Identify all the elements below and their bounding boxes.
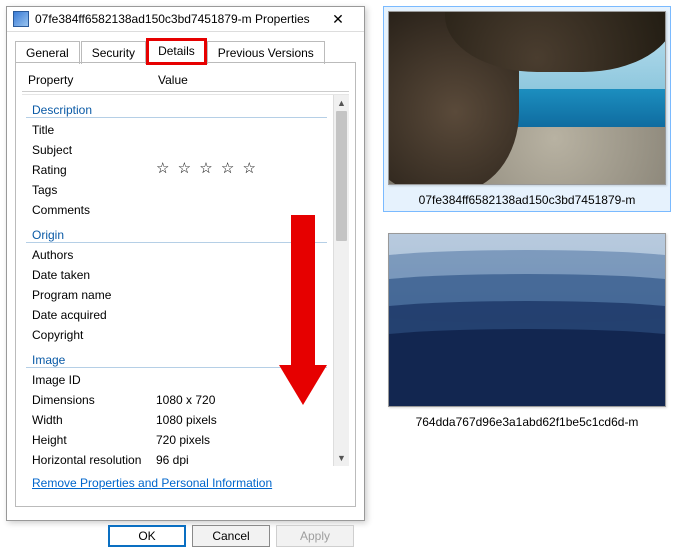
thumbnail-selected[interactable]: 07fe384ff6582138ad150c3bd7451879-m [383, 6, 671, 212]
row-copyright[interactable]: Copyright [22, 325, 331, 345]
dialog-buttons: OK Cancel Apply [7, 515, 364, 559]
row-date-acquired[interactable]: Date acquired [22, 305, 331, 325]
apply-button: Apply [276, 525, 354, 547]
row-image-id[interactable]: Image ID [22, 370, 331, 390]
close-button[interactable]: ✕ [318, 7, 358, 31]
thumbnail-pane: 07fe384ff6582138ad150c3bd7451879-m 764dd… [377, 6, 677, 521]
cancel-button[interactable]: Cancel [192, 525, 270, 547]
tabs: General Security Details Previous Versio… [7, 32, 364, 62]
scroll-up-icon[interactable]: ▲ [334, 95, 349, 111]
tab-security[interactable]: Security [81, 41, 146, 64]
remove-properties-row: Remove Properties and Personal Informati… [22, 466, 349, 500]
section-description: Description [26, 99, 327, 118]
tab-general[interactable]: General [15, 41, 80, 64]
ok-button[interactable]: OK [108, 525, 186, 547]
file-icon [13, 11, 29, 27]
scroll-thumb[interactable] [336, 111, 347, 241]
row-tags[interactable]: Tags [22, 180, 331, 200]
thumbnail-image [388, 11, 666, 185]
row-authors[interactable]: Authors [22, 245, 331, 265]
row-date-taken[interactable]: Date taken [22, 265, 331, 285]
row-subject[interactable]: Subject [22, 140, 331, 160]
thumbnail-image [388, 233, 666, 407]
properties-dialog: 07fe384ff6582138ad150c3bd7451879-m Prope… [6, 6, 365, 521]
properties-scroll: Description Title Subject Rating☆ ☆ ☆ ☆ … [22, 94, 349, 466]
row-dimensions[interactable]: Dimensions1080 x 720 [22, 390, 331, 410]
section-image: Image [26, 349, 327, 368]
details-panel: Property Value Description Title Subject… [15, 62, 356, 507]
thumbnail[interactable]: 764dda767d96e3a1abd62f1be5c1cd6d-m [383, 228, 671, 434]
row-rating[interactable]: Rating☆ ☆ ☆ ☆ ☆ [22, 160, 331, 180]
row-comments[interactable]: Comments [22, 200, 331, 220]
tab-details[interactable]: Details [147, 39, 206, 63]
scrollbar[interactable]: ▲ ▼ [333, 95, 349, 466]
remove-properties-link[interactable]: Remove Properties and Personal Informati… [32, 476, 272, 490]
row-height[interactable]: Height720 pixels [22, 430, 331, 450]
thumbnail-label: 764dda767d96e3a1abd62f1be5c1cd6d-m [388, 415, 666, 429]
titlebar: 07fe384ff6582138ad150c3bd7451879-m Prope… [7, 7, 364, 32]
rating-stars: ☆ ☆ ☆ ☆ ☆ [156, 163, 321, 177]
column-headers: Property Value [22, 71, 349, 89]
scroll-down-icon[interactable]: ▼ [334, 450, 349, 466]
row-title[interactable]: Title [22, 120, 331, 140]
divider [22, 91, 349, 92]
row-width[interactable]: Width1080 pixels [22, 410, 331, 430]
row-hres[interactable]: Horizontal resolution96 dpi [22, 450, 331, 466]
section-origin: Origin [26, 224, 327, 243]
window-title: 07fe384ff6582138ad150c3bd7451879-m Prope… [35, 12, 318, 26]
header-value: Value [158, 73, 343, 87]
row-program-name[interactable]: Program name [22, 285, 331, 305]
tab-previous-versions[interactable]: Previous Versions [207, 41, 325, 64]
thumbnail-label: 07fe384ff6582138ad150c3bd7451879-m [388, 193, 666, 207]
tab-label: Details [158, 44, 195, 58]
header-property: Property [28, 73, 158, 87]
